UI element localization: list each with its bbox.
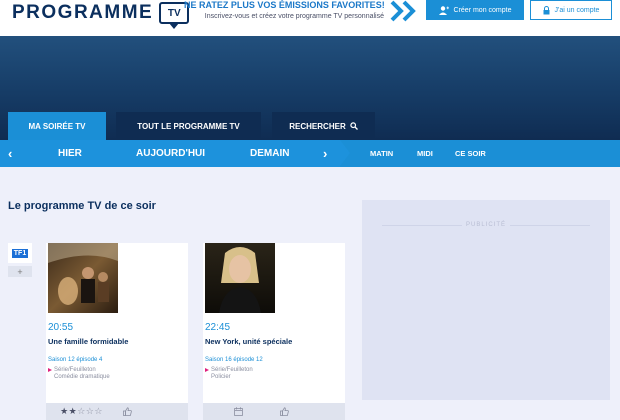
day-selector-notch xyxy=(340,140,350,166)
like-button[interactable] xyxy=(274,403,345,420)
reminder-button[interactable] xyxy=(203,403,274,420)
double-chevron-right-icon xyxy=(390,0,416,22)
program-time: 22:45 xyxy=(205,322,231,333)
genre-line: Comédie dramatique xyxy=(54,374,110,380)
chevron-left-icon[interactable]: ‹ xyxy=(8,140,12,167)
logo-text: PROGRAMME xyxy=(12,2,154,23)
advertisement-box: PUBLICITÉ xyxy=(362,200,610,400)
star-icon-group: ★★☆☆☆ xyxy=(60,406,103,416)
day-aujourdhui[interactable]: AUJOURD'HUI xyxy=(136,140,205,167)
program-title[interactable]: New York, unité spéciale xyxy=(205,337,325,346)
tab-label: MA SOIRÉE TV xyxy=(28,121,86,131)
slot-ce-soir[interactable]: CE SOIR xyxy=(455,140,486,167)
chevron-right-icon[interactable]: › xyxy=(323,140,327,167)
calendar-icon xyxy=(234,407,243,416)
program-title[interactable]: Une famille formidable xyxy=(48,337,168,346)
day-navigation-bar: ‹ HIER AUJOURD'HUI DEMAIN › MATIN MIDI C… xyxy=(0,140,620,167)
tab-label: RECHERCHER xyxy=(289,121,346,131)
program-genre: Série/Feuilleton Policier xyxy=(205,367,253,381)
card-footer: ★★☆☆☆ xyxy=(46,403,188,420)
genre-line: Série/Feuilleton xyxy=(211,367,253,373)
program-thumbnail[interactable] xyxy=(205,243,275,313)
day-demain[interactable]: DEMAIN xyxy=(250,140,289,167)
day-hier[interactable]: HIER xyxy=(58,140,82,167)
program-season: Saison 12 épisode 4 xyxy=(48,357,103,363)
channel-logo[interactable]: TF1 xyxy=(8,243,32,263)
create-account-label: Créer mon compte xyxy=(453,6,512,14)
tab-label: TOUT LE PROGRAMME TV xyxy=(137,121,240,131)
thumbs-up-icon xyxy=(280,407,289,416)
tab-ma-soiree[interactable]: MA SOIRÉE TV xyxy=(8,112,106,140)
program-genre: Série/Feuilleton Comédie dramatique xyxy=(48,367,110,381)
like-button[interactable] xyxy=(117,403,188,420)
tab-tout-le-programme[interactable]: TOUT LE PROGRAMME TV xyxy=(116,112,261,140)
slot-midi[interactable]: MIDI xyxy=(417,140,433,167)
top-bar: PROGRAMME TV NE RATEZ PLUS VOS ÉMISSIONS… xyxy=(0,0,620,36)
genre-line: Série/Feuilleton xyxy=(54,367,96,373)
card-footer xyxy=(203,403,345,420)
thumbs-up-icon xyxy=(123,407,132,416)
program-card[interactable]: 20:55 Une famille formidable Saison 12 é… xyxy=(46,243,188,420)
program-season: Saison 16 épisode 12 xyxy=(205,357,263,363)
divider xyxy=(510,225,590,226)
program-time: 20:55 xyxy=(48,322,74,333)
star-rating[interactable]: ★★☆☆☆ xyxy=(46,403,117,420)
add-user-icon xyxy=(438,5,449,15)
tab-rechercher[interactable]: RECHERCHER xyxy=(272,112,375,140)
promo-banner: NE RATEZ PLUS VOS ÉMISSIONS FAVORITES! I… xyxy=(184,0,385,20)
program-card[interactable]: 22:45 New York, unité spéciale Saison 16… xyxy=(203,243,345,420)
genre-line: Policier xyxy=(211,374,231,380)
search-icon xyxy=(350,122,358,130)
login-label: J'ai un compte xyxy=(554,6,600,14)
create-account-button[interactable]: Créer mon compte xyxy=(426,0,524,20)
channel-name: TF1 xyxy=(11,248,29,258)
page-title: Le programme TV de ce soir xyxy=(8,200,156,212)
promo-title: NE RATEZ PLUS VOS ÉMISSIONS FAVORITES! xyxy=(184,0,385,10)
channel-expand-button[interactable]: + xyxy=(8,266,32,277)
program-thumbnail[interactable] xyxy=(48,243,118,313)
login-button[interactable]: J'ai un compte xyxy=(530,0,612,20)
slot-matin[interactable]: MATIN xyxy=(370,140,393,167)
lock-icon xyxy=(543,5,550,14)
site-logo[interactable]: PROGRAMME TV xyxy=(12,2,190,29)
promo-subtitle: Inscrivez-vous et créez votre programme … xyxy=(204,13,384,20)
